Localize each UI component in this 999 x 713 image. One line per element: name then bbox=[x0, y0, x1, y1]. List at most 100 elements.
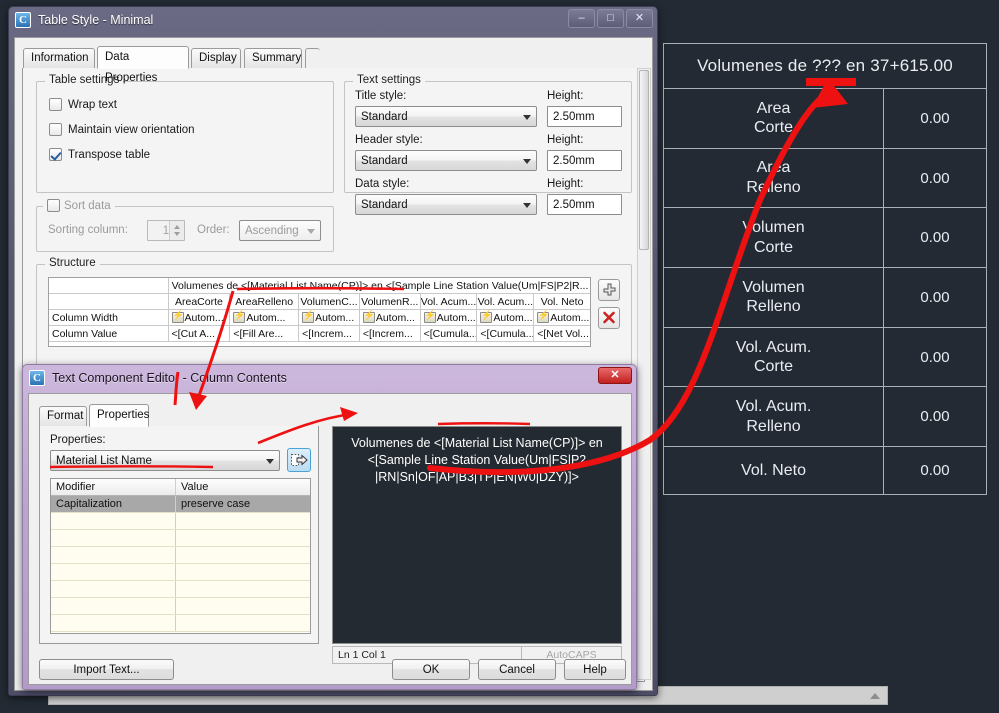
tab-summary[interactable]: Summary bbox=[244, 48, 302, 68]
help-button[interactable]: Help bbox=[564, 659, 626, 680]
column-value-cell[interactable]: <[Increm... bbox=[359, 326, 421, 342]
scroll-up-arrow-icon[interactable] bbox=[870, 693, 880, 699]
tce-titlebar[interactable]: C Text Component Editor - Column Content… bbox=[23, 365, 636, 391]
sort-data-title-wrap[interactable]: Sort data bbox=[43, 199, 115, 212]
order-label: Order: bbox=[197, 224, 230, 236]
table-style-titlebar[interactable]: C Table Style - Minimal – □ ✕ bbox=[9, 7, 657, 33]
column-width-cell[interactable]: Autom... bbox=[534, 310, 590, 326]
column-value-cell[interactable]: <[Increm... bbox=[299, 326, 360, 342]
add-column-button[interactable] bbox=[598, 279, 620, 301]
column-header[interactable]: Vol. Neto bbox=[534, 294, 590, 310]
table-row-empty[interactable] bbox=[51, 581, 310, 598]
modifier-table-header: Modifier Value bbox=[51, 479, 310, 496]
cad-row-label: Volumen Relleno bbox=[664, 268, 884, 327]
cad-row-label-line1: Volumen bbox=[742, 278, 805, 296]
column-width-cell[interactable]: Autom... bbox=[299, 310, 360, 326]
table-row[interactable]: Capitalization preserve case bbox=[51, 496, 310, 513]
order-dropdown[interactable]: Ascending bbox=[239, 220, 321, 241]
header-style-value: Standard bbox=[361, 154, 408, 167]
title-height-input[interactable]: 2.50mm bbox=[547, 106, 622, 127]
transpose-table-checkbox[interactable]: Transpose table bbox=[49, 148, 150, 161]
column-width-cell[interactable]: Autom... bbox=[420, 310, 478, 326]
table-row: Vol. Acum. Corte 0.00 bbox=[664, 327, 986, 388]
column-value-cell[interactable]: <[Cumula... bbox=[420, 326, 478, 342]
maximize-button[interactable]: □ bbox=[597, 9, 624, 28]
structure-grid[interactable]: Volumenes de <[Material List Name(CP)]> … bbox=[48, 277, 591, 347]
wrap-text-label: Wrap text bbox=[68, 98, 117, 111]
header-style-label: Header style: bbox=[355, 134, 423, 146]
chevron-down-icon bbox=[523, 115, 531, 120]
cad-row-value: 0.00 bbox=[920, 462, 950, 480]
table-row: Volumen Corte 0.00 bbox=[664, 208, 986, 269]
data-style-dropdown[interactable]: Standard bbox=[355, 194, 537, 215]
column-width-cell[interactable]: Autom... bbox=[477, 310, 535, 326]
text-settings-group: Text settings Title style: Standard Heig… bbox=[344, 74, 632, 215]
column-header[interactable]: AreaRelleno bbox=[230, 294, 300, 310]
sorting-column-stepper[interactable]: 1 bbox=[147, 220, 185, 241]
automatic-icon bbox=[362, 310, 375, 323]
checkbox-icon[interactable] bbox=[49, 98, 62, 111]
sorting-column-label: Sorting column: bbox=[48, 224, 128, 236]
maintain-view-orientation-checkbox[interactable]: Maintain view orientation bbox=[49, 123, 195, 136]
delete-column-button[interactable] bbox=[598, 307, 620, 329]
stepper-up-icon bbox=[174, 225, 180, 229]
column-value-row: Column Value <[Cut A... <[Fill Are... <[… bbox=[49, 326, 590, 342]
wrap-text-checkbox[interactable]: Wrap text bbox=[49, 98, 117, 111]
import-text-button[interactable]: Import Text... bbox=[39, 659, 174, 680]
column-header[interactable]: Vol. Acum... bbox=[420, 294, 478, 310]
row-label-column-width: Column Width bbox=[49, 310, 169, 326]
ok-button[interactable]: OK bbox=[392, 659, 470, 680]
tce-window-controls: ✕ bbox=[598, 367, 632, 384]
table-row-empty[interactable] bbox=[51, 547, 310, 564]
tab-format[interactable]: Format bbox=[39, 406, 87, 426]
checkbox-icon[interactable] bbox=[49, 123, 62, 136]
checkbox-icon[interactable] bbox=[47, 199, 60, 212]
stepper-buttons[interactable] bbox=[169, 221, 184, 240]
insert-property-button[interactable] bbox=[287, 448, 311, 472]
structure-title-cell[interactable]: Volumenes de <[Material List Name(CP)]> … bbox=[168, 278, 590, 294]
dialog-vertical-scrollbar[interactable] bbox=[637, 68, 651, 680]
table-row-empty[interactable] bbox=[51, 530, 310, 547]
order-value: Ascending bbox=[245, 224, 299, 237]
header-style-dropdown[interactable]: Standard bbox=[355, 150, 537, 171]
column-header[interactable]: Vol. Acum... bbox=[477, 294, 535, 310]
column-value-cell[interactable]: <[Net Vol... bbox=[534, 326, 590, 342]
sort-data-group: Sort data Sorting column: 1 Order: Ascen… bbox=[36, 199, 334, 252]
cad-row-label-line1: Vol. Acum. bbox=[735, 398, 812, 416]
column-value-cell[interactable]: <[Cut A... bbox=[168, 326, 231, 342]
table-row-empty[interactable] bbox=[51, 564, 310, 581]
window-controls: – □ ✕ bbox=[568, 9, 653, 28]
column-header[interactable]: VolumenC... bbox=[299, 294, 360, 310]
column-header[interactable]: VolumenR... bbox=[359, 294, 421, 310]
text-editor-area[interactable]: Volumenes de <[Material List Name(CP)]> … bbox=[332, 426, 622, 644]
column-header[interactable]: AreaCorte bbox=[168, 294, 231, 310]
modifier-table[interactable]: Modifier Value Capitalization preserve c… bbox=[50, 478, 311, 634]
tab-data-properties[interactable]: Data Properties bbox=[97, 46, 189, 84]
structure-header-row: AreaCorte AreaRelleno VolumenC... Volume… bbox=[49, 294, 590, 310]
cad-row-value: 0.00 bbox=[920, 408, 950, 426]
data-height-input[interactable]: 2.50mm bbox=[547, 194, 622, 215]
column-width-cell[interactable]: Autom... bbox=[359, 310, 421, 326]
table-row-empty[interactable] bbox=[51, 615, 310, 632]
column-width-value: Autom... bbox=[436, 311, 476, 324]
scrollbar-thumb[interactable] bbox=[639, 70, 649, 250]
column-value-cell[interactable]: <[Cumula... bbox=[477, 326, 535, 342]
header-height-input[interactable]: 2.50mm bbox=[547, 150, 622, 171]
cancel-button[interactable]: Cancel bbox=[478, 659, 556, 680]
table-row-empty[interactable] bbox=[51, 513, 310, 530]
checkbox-checked-icon[interactable] bbox=[49, 148, 62, 161]
properties-dropdown[interactable]: Material List Name bbox=[50, 450, 280, 471]
tab-properties[interactable]: Properties bbox=[89, 404, 149, 427]
tab-display[interactable]: Display bbox=[191, 48, 241, 68]
column-value-cell[interactable]: <[Fill Are... bbox=[230, 326, 300, 342]
column-width-cell[interactable]: Autom... bbox=[168, 310, 231, 326]
table-row-empty[interactable] bbox=[51, 598, 310, 615]
title-style-dropdown[interactable]: Standard bbox=[355, 106, 537, 127]
minimize-button[interactable]: – bbox=[568, 9, 595, 28]
close-button[interactable]: ✕ bbox=[598, 367, 632, 384]
structure-corner-cell bbox=[49, 278, 169, 294]
column-width-cell[interactable]: Autom... bbox=[230, 310, 300, 326]
tab-information[interactable]: Information bbox=[23, 48, 95, 68]
cad-row-label-line1: Area bbox=[756, 99, 791, 117]
close-button[interactable]: ✕ bbox=[626, 9, 653, 28]
